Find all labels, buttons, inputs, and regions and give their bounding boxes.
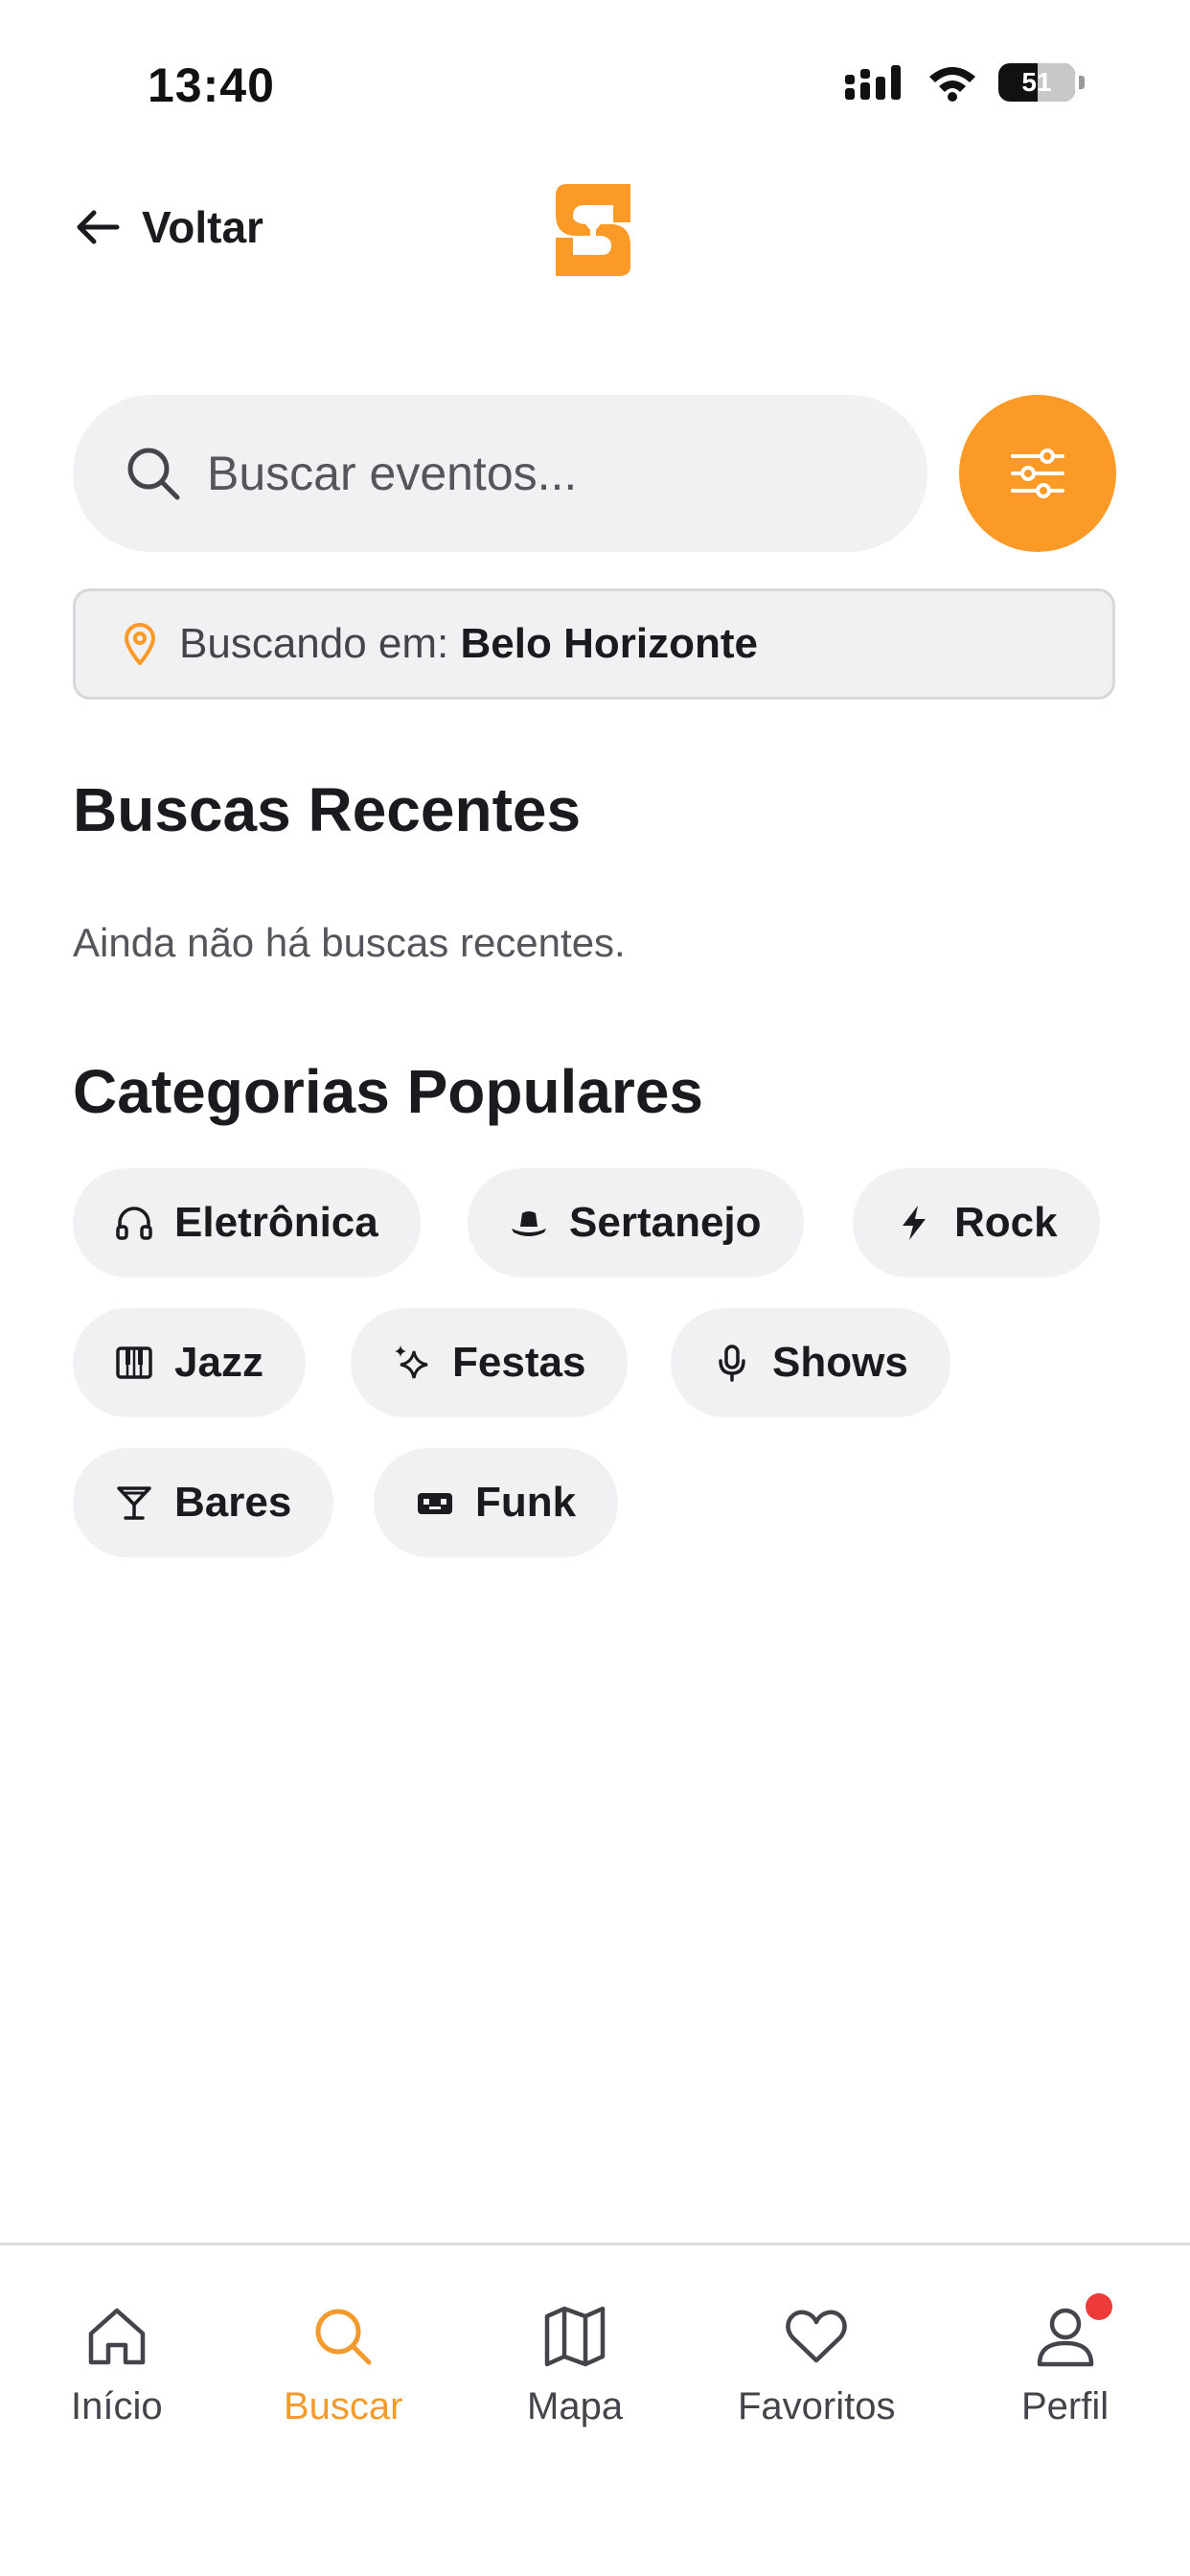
map-icon bbox=[544, 2306, 606, 2367]
popular-categories-title: Categorias Populares bbox=[73, 1057, 703, 1126]
status-icons: 51 bbox=[845, 63, 1085, 102]
headphones-icon bbox=[115, 1204, 153, 1242]
location-prefix: Buscando em: bbox=[179, 620, 461, 667]
category-label: Bares bbox=[174, 1479, 292, 1526]
battery-indicator: 51 bbox=[998, 63, 1075, 102]
sparkles-icon bbox=[393, 1344, 431, 1382]
tab-mapa[interactable]: Mapa bbox=[527, 2303, 623, 2428]
arrow-left-icon bbox=[77, 210, 120, 244]
bottom-tab-bar: Início Buscar Mapa Favoritos Perfil bbox=[0, 2245, 1190, 2576]
piano-icon bbox=[115, 1344, 153, 1382]
map-pin-icon bbox=[124, 623, 156, 665]
category-label: Jazz bbox=[174, 1339, 263, 1386]
battery-cap bbox=[1079, 76, 1085, 89]
tab-favoritos[interactable]: Favoritos bbox=[738, 2303, 896, 2428]
category-chip-sertanejo[interactable]: Sertanejo bbox=[468, 1168, 804, 1277]
cocktail-icon bbox=[115, 1484, 153, 1522]
boombox-icon bbox=[416, 1484, 454, 1522]
tab-perfil[interactable]: Perfil bbox=[1021, 2293, 1112, 2428]
location-city: Belo Horizonte bbox=[460, 620, 758, 667]
back-label: Voltar bbox=[142, 202, 263, 252]
wifi-icon bbox=[929, 67, 975, 102]
back-button[interactable]: Voltar bbox=[75, 201, 263, 253]
tab-buscar[interactable]: Buscar bbox=[284, 2303, 403, 2428]
category-chip-funk[interactable]: Funk bbox=[374, 1448, 619, 1557]
search-input[interactable] bbox=[207, 446, 878, 501]
status-time: 13:40 bbox=[148, 58, 275, 112]
tab-label: Início bbox=[71, 2385, 163, 2427]
signal-icon bbox=[845, 65, 901, 100]
filter-button[interactable] bbox=[959, 395, 1116, 552]
microphone-icon bbox=[713, 1344, 751, 1382]
category-chip-eletronica[interactable]: Eletrônica bbox=[73, 1168, 421, 1277]
category-label: Eletrônica bbox=[174, 1199, 378, 1246]
tab-label: Buscar bbox=[284, 2385, 403, 2427]
tab-label: Mapa bbox=[527, 2385, 624, 2427]
search-row bbox=[73, 395, 1117, 552]
top-nav: Voltar bbox=[0, 163, 1190, 307]
battery-level: 51 bbox=[1021, 67, 1052, 97]
tab-label: Favoritos bbox=[738, 2385, 896, 2427]
status-bar: 13:40 51 bbox=[0, 0, 1190, 163]
category-chip-festas[interactable]: Festas bbox=[351, 1308, 629, 1417]
recent-searches-empty: Ainda não há buscas recentes. bbox=[73, 920, 626, 965]
location-banner[interactable]: Buscando em: Belo Horizonte bbox=[73, 588, 1115, 700]
tab-label: Perfil bbox=[1021, 2385, 1110, 2427]
search-box[interactable] bbox=[73, 395, 927, 552]
location-text: Buscando em: Belo Horizonte bbox=[179, 620, 758, 668]
notification-dot bbox=[1085, 2293, 1112, 2320]
category-label: Funk bbox=[475, 1479, 577, 1526]
user-icon-wrapper bbox=[1032, 2293, 1112, 2370]
category-label: Sertanejo bbox=[569, 1199, 762, 1246]
category-chip-shows[interactable]: Shows bbox=[671, 1308, 950, 1417]
cowboy-hat-icon bbox=[510, 1204, 548, 1242]
category-chip-bares[interactable]: Bares bbox=[73, 1448, 334, 1557]
search-icon bbox=[127, 448, 180, 500]
tab-inicio[interactable]: Início bbox=[71, 2303, 163, 2428]
heart-icon bbox=[786, 2310, 848, 2363]
category-chip-jazz[interactable]: Jazz bbox=[73, 1308, 306, 1417]
search-icon bbox=[315, 2309, 372, 2365]
category-chip-rock[interactable]: Rock bbox=[853, 1168, 1100, 1277]
app-logo bbox=[556, 184, 630, 276]
recent-searches-title: Buscas Recentes bbox=[73, 775, 582, 844]
sliders-icon bbox=[1011, 448, 1064, 498]
category-label: Rock bbox=[954, 1199, 1058, 1246]
category-label: Shows bbox=[772, 1339, 908, 1386]
category-label: Festas bbox=[452, 1339, 586, 1386]
lightning-icon bbox=[895, 1204, 933, 1242]
home-icon bbox=[88, 2308, 146, 2365]
